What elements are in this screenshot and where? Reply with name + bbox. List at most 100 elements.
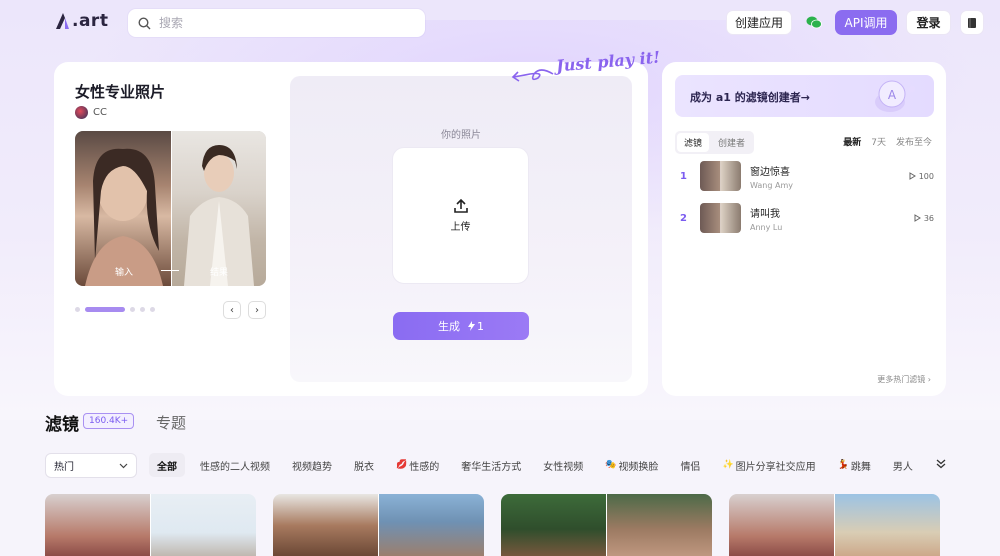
carousel-dot[interactable] <box>140 307 145 312</box>
category-label: 全部 <box>157 461 177 473</box>
logo-icon <box>56 13 69 29</box>
create-app-button[interactable]: 创建应用 <box>726 10 792 35</box>
card-result-image <box>607 494 712 556</box>
more-hot-filters-link[interactable]: 更多热门滤镜 › <box>877 374 931 385</box>
carousel-dots <box>75 307 155 312</box>
category-tab[interactable]: ✨ 图片分享社交应用 <box>711 453 826 477</box>
category-tab[interactable]: 全部 <box>149 453 185 477</box>
filter-title: 女性专业照片 <box>75 83 166 101</box>
workspace: 你的照片 上传 生成 1 <box>290 76 632 382</box>
chevron-right-icon: › <box>927 375 931 384</box>
author-name: CC <box>93 107 107 118</box>
result-portrait <box>184 145 254 286</box>
category-tab[interactable]: 奢华生活方式 <box>450 453 532 477</box>
play-count: 36 <box>914 214 934 223</box>
category-label: 奢华生活方式 <box>461 461 522 473</box>
play-count-value: 100 <box>918 171 934 181</box>
ranking-panel: 成为 a1 的滤镜创建者→ A 滤镜 创建者 最新 7天 发布至今 1 窗边惊喜… <box>662 62 946 396</box>
category-tab[interactable]: 💋 性感的 <box>385 453 450 477</box>
search-input[interactable] <box>159 16 399 30</box>
filter-card[interactable] <box>273 494 484 556</box>
upload-icon <box>453 198 468 213</box>
rank-author: Anny Lu <box>750 222 783 232</box>
ranking-sort: 最新 7天 发布至今 <box>843 135 932 148</box>
filter-card[interactable] <box>45 494 256 556</box>
upload-area[interactable]: 上传 <box>392 147 529 284</box>
count-badge: 160.4K+ <box>83 413 135 429</box>
category-tab[interactable]: 男人 <box>882 453 924 477</box>
category-label: 跳舞 <box>850 461 871 473</box>
cost: 1 <box>468 320 484 333</box>
sort-dropdown[interactable]: 热门 <box>45 453 137 478</box>
carousel-dot[interactable] <box>130 307 135 312</box>
sort-all-time[interactable]: 发布至今 <box>896 135 932 148</box>
filter-card[interactable] <box>729 494 940 556</box>
wechat-button[interactable] <box>801 10 827 35</box>
category-emoji-icon: ✨ <box>722 460 734 470</box>
more-hot-label: 更多热门滤镜 <box>877 375 926 384</box>
category-label: 性感的二人视频 <box>200 461 270 473</box>
lightning-icon <box>468 321 475 331</box>
generate-cost: 1 <box>477 319 484 333</box>
rank-author: Wang Amy <box>750 180 793 190</box>
filter-author[interactable]: CC <box>75 106 107 119</box>
category-tab[interactable]: 脱衣 <box>343 453 385 477</box>
rank-thumbnail <box>700 203 741 233</box>
login-button[interactable]: 登录 <box>906 10 951 35</box>
expand-categories-button[interactable] <box>936 458 946 472</box>
docs-button[interactable] <box>960 10 984 35</box>
avatar <box>75 106 88 119</box>
logo[interactable]: .art <box>54 11 108 31</box>
creator-banner[interactable]: 成为 a1 的滤镜创建者→ A <box>675 75 934 117</box>
category-tab[interactable]: 情侣 <box>669 453 711 477</box>
category-emoji-icon: 💋 <box>396 460 408 470</box>
category-tab[interactable]: 性感的二人视频 <box>189 453 281 477</box>
svg-text:A: A <box>888 88 897 102</box>
card-result-image <box>151 494 256 556</box>
filter-card[interactable] <box>501 494 712 556</box>
sort-7days[interactable]: 7天 <box>871 135 886 148</box>
carousel-dot[interactable] <box>150 307 155 312</box>
tab-creators[interactable]: 创建者 <box>711 133 752 152</box>
category-tab[interactable]: 🎭 视频换脸 <box>594 453 669 477</box>
input-image <box>75 131 171 286</box>
your-photo-label: 你的照片 <box>441 130 481 141</box>
coins-icon: A <box>875 80 915 112</box>
sort-dropdown-value: 热门 <box>54 462 74 473</box>
category-tab[interactable]: 视频趋势 <box>281 453 343 477</box>
category-label: 图片分享社交应用 <box>735 461 816 473</box>
category-label: 脱衣 <box>354 461 374 473</box>
search-icon <box>138 16 151 29</box>
carousel-dot-active[interactable] <box>85 307 125 312</box>
book-icon <box>968 17 976 28</box>
search-bar[interactable] <box>128 9 425 37</box>
play-count: 100 <box>909 172 934 181</box>
carousel-dot[interactable] <box>75 307 80 312</box>
category-emoji-icon: 🎭 <box>605 460 617 470</box>
list-item[interactable]: 2 请叫我 Anny Lu 36 <box>680 202 934 234</box>
section-title[interactable]: 滤镜 <box>45 410 79 435</box>
curly-arrow-icon <box>511 69 554 82</box>
next-button[interactable]: › <box>248 301 266 319</box>
logo-text: .art <box>72 11 109 31</box>
rank-number: 1 <box>680 170 687 182</box>
rank-title: 请叫我 <box>750 208 780 220</box>
creator-banner-text: 成为 a1 的滤镜创建者→ <box>690 91 810 104</box>
generate-button[interactable]: 生成 1 <box>393 312 529 340</box>
prev-button[interactable]: ‹ <box>223 301 241 319</box>
category-label: 情侣 <box>680 461 701 473</box>
category-label: 视频趋势 <box>292 461 332 473</box>
upload-label: 上传 <box>450 222 471 233</box>
list-item[interactable]: 1 窗边惊喜 Wang Amy 100 <box>680 160 934 192</box>
category-emoji-icon: 💃 <box>837 460 849 470</box>
tab-topics[interactable]: 专题 <box>156 412 186 433</box>
ranking-tabs: 滤镜 创建者 <box>675 131 755 154</box>
category-tab[interactable]: 💃 跳舞 <box>827 453 882 477</box>
api-button[interactable]: API调用 <box>835 10 897 35</box>
double-chevron-down-icon <box>936 459 946 469</box>
category-tab[interactable]: 女性视频 <box>532 453 594 477</box>
tab-filters[interactable]: 滤镜 <box>677 133 710 152</box>
rank-thumbnail <box>700 161 741 191</box>
rank-number: 2 <box>680 212 687 224</box>
sort-latest[interactable]: 最新 <box>843 135 861 148</box>
